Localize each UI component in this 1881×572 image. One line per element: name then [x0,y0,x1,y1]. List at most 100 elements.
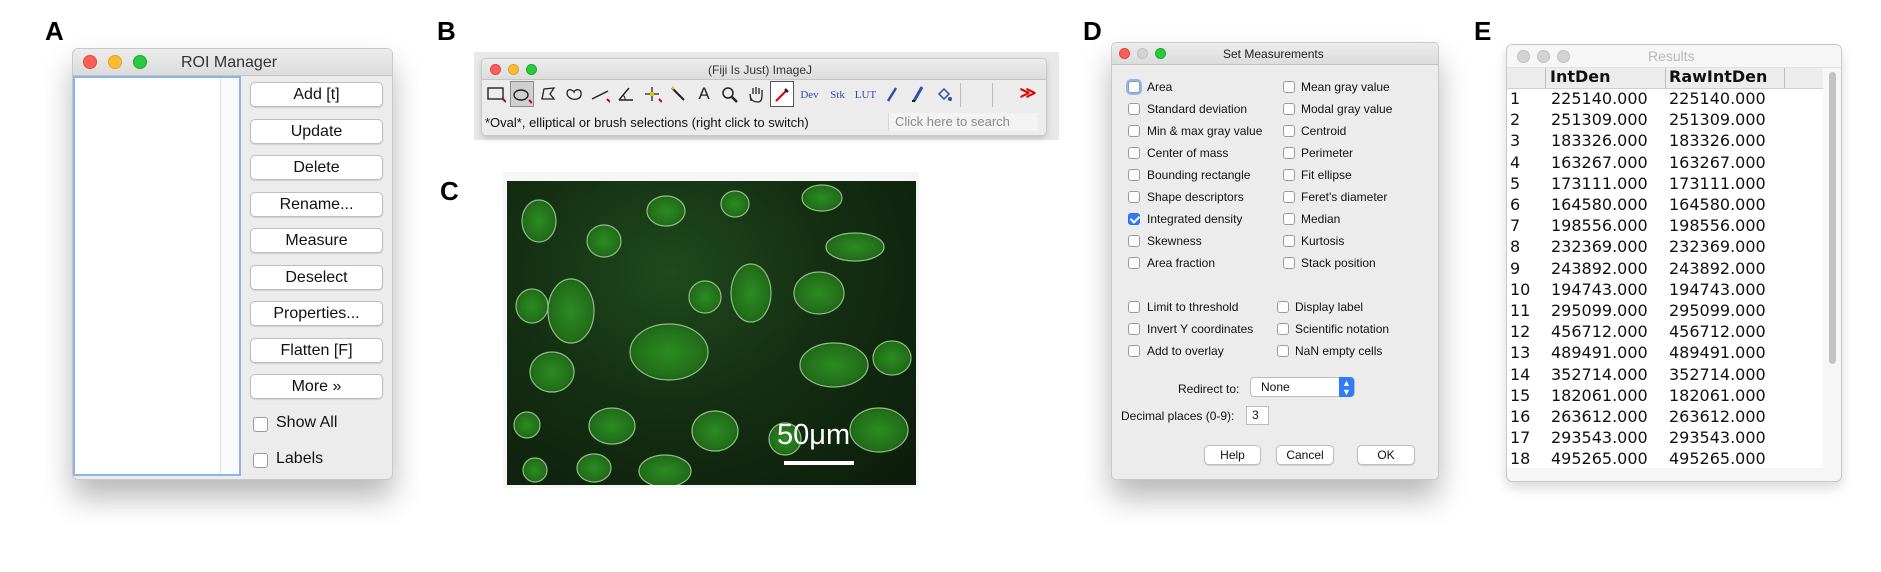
redirect-select[interactable]: None ▲ ▼ [1250,377,1355,397]
centroid-checkbox[interactable] [1283,125,1295,137]
show-all-checkbox[interactable] [253,417,268,432]
more-tools-icon[interactable]: ≫ [1016,81,1040,107]
freehand-tool-icon[interactable] [562,81,586,107]
cancel-button[interactable]: Cancel [1276,445,1334,465]
header-divider[interactable] [1665,68,1666,88]
header-cell-intden[interactable]: IntDen [1550,67,1611,86]
deselect-button[interactable]: Deselect [250,265,383,290]
area-checkbox[interactable] [1128,81,1140,93]
minimize-button[interactable] [108,55,122,69]
minimize-button[interactable] [1537,50,1550,63]
area-fraction-checkbox[interactable] [1128,257,1140,269]
roi-list-scrollbar[interactable] [220,78,239,474]
standard-deviation-checkbox[interactable] [1128,103,1140,115]
measure-button[interactable]: Measure [250,228,383,253]
table-row[interactable]: 7 198556.000 198556.000 [1507,216,1823,237]
integrated-density-checkbox[interactable] [1128,213,1140,225]
text-tool-icon[interactable]: A [692,81,716,107]
table-row[interactable]: 4 163267.000 163267.000 [1507,153,1823,174]
zoom-button[interactable] [133,55,147,69]
table-row[interactable]: 13 489491.000 489491.000 [1507,343,1823,364]
nan-empty-cells-checkbox[interactable] [1277,345,1289,357]
modal-gray-value-checkbox[interactable] [1283,103,1295,115]
table-row[interactable]: 10 194743.000 194743.000 [1507,280,1823,301]
table-row[interactable]: 12 456712.000 456712.000 [1507,322,1823,343]
ferets-diameter-checkbox[interactable] [1283,191,1295,203]
add-button[interactable]: Add [t] [250,82,383,107]
rename-button[interactable]: Rename... [250,192,383,217]
oval-tool-icon[interactable] [510,81,534,107]
limit-to-threshold-checkbox[interactable] [1128,301,1140,313]
table-row[interactable]: 8 232369.000 232369.000 [1507,237,1823,258]
display-label-checkbox[interactable] [1277,301,1289,313]
mean-gray-value-checkbox[interactable] [1283,81,1295,93]
vertical-scrollbar[interactable] [1825,68,1839,468]
header-divider[interactable] [1784,68,1785,88]
brush-tool-icon[interactable] [906,81,930,107]
search-field[interactable]: Click here to search [888,113,1038,131]
bounding-rectangle-checkbox[interactable] [1128,169,1140,181]
flatten-button[interactable]: Flatten [F] [250,338,383,363]
table-row[interactable]: 6 164580.000 164580.000 [1507,195,1823,216]
zoom-button[interactable] [1557,50,1570,63]
hand-tool-icon[interactable] [744,81,768,107]
results-table[interactable]: IntDen RawIntDen 1 225140.000 225140.000 2 2… [1507,67,1823,470]
center-of-mass-checkbox[interactable] [1128,147,1140,159]
lut-menu[interactable]: LUT [852,81,879,107]
roi-list[interactable] [73,76,241,476]
scientific-notation-checkbox[interactable] [1277,323,1289,335]
header-cell-rawintden[interactable]: RawIntDen [1669,67,1767,86]
table-row[interactable]: 11 295099.000 295099.000 [1507,301,1823,322]
close-button[interactable] [490,64,501,75]
help-button[interactable]: Help [1204,445,1261,465]
close-button[interactable] [83,55,97,69]
table-row[interactable]: 18 495265.000 495265.000 [1507,449,1823,470]
add-to-overlay-checkbox[interactable] [1128,345,1140,357]
stack-position-checkbox[interactable] [1283,257,1295,269]
update-button[interactable]: Update [250,119,383,144]
pencil-tool-icon[interactable] [880,81,904,107]
properties-button[interactable]: Properties... [250,301,383,326]
labels-checkbox[interactable] [253,453,268,468]
delete-button[interactable]: Delete [250,155,383,180]
perimeter-checkbox[interactable] [1283,147,1295,159]
min-max-checkbox[interactable] [1128,125,1140,137]
minimize-button[interactable] [508,64,519,75]
line-tool-icon[interactable] [588,81,612,107]
imagej-titlebar[interactable]: (Fiji Is Just) ImageJ [482,59,1046,80]
zoom-button[interactable] [526,64,537,75]
fit-ellipse-checkbox[interactable] [1283,169,1295,181]
color-picker-tool-icon[interactable] [770,81,794,107]
table-row[interactable]: 1 225140.000 225140.000 [1507,89,1823,110]
scrollbar-thumb[interactable] [1829,72,1836,364]
minimize-button[interactable] [1137,48,1148,59]
point-tool-icon[interactable] [640,81,664,107]
results-titlebar[interactable]: Results [1507,45,1841,68]
median-checkbox[interactable] [1283,213,1295,225]
table-row[interactable]: 16 263612.000 263612.000 [1507,407,1823,428]
zoom-button[interactable] [1155,48,1166,59]
kurtosis-checkbox[interactable] [1283,235,1295,247]
shape-descriptors-checkbox[interactable] [1128,191,1140,203]
table-row[interactable]: 17 293543.000 293543.000 [1507,428,1823,449]
table-row[interactable]: 3 183326.000 183326.000 [1507,131,1823,152]
polygon-tool-icon[interactable] [536,81,560,107]
invert-y-checkbox[interactable] [1128,323,1140,335]
decimal-places-field[interactable]: 3 [1246,406,1269,425]
set-measurements-titlebar[interactable]: Set Measurements [1112,43,1438,65]
dev-menu[interactable]: Dev [796,81,823,107]
magnifier-tool-icon[interactable] [718,81,742,107]
rectangle-tool-icon[interactable] [484,81,508,107]
table-row[interactable]: 9 243892.000 243892.000 [1507,259,1823,280]
table-row[interactable]: 5 173111.000 173111.000 [1507,174,1823,195]
stk-menu[interactable]: Stk [824,81,851,107]
close-button[interactable] [1517,50,1530,63]
roi-manager-titlebar[interactable]: ROI Manager [73,49,392,76]
table-row[interactable]: 15 182061.000 182061.000 [1507,386,1823,407]
table-row[interactable]: 14 352714.000 352714.000 [1507,365,1823,386]
more-button[interactable]: More » [250,374,383,399]
flood-fill-tool-icon[interactable] [932,81,956,107]
ok-button[interactable]: OK [1357,445,1415,465]
close-button[interactable] [1119,48,1130,59]
angle-tool-icon[interactable] [614,81,638,107]
